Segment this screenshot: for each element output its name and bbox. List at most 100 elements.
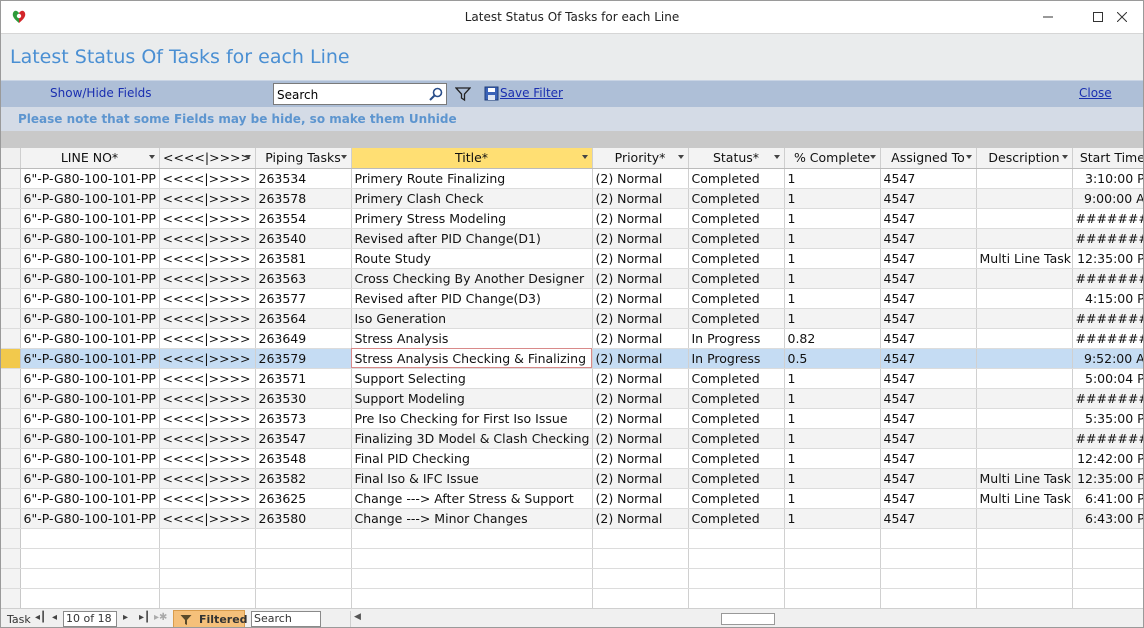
table-cell[interactable]: Revised after PID Change(D3) [351, 288, 593, 309]
table-cell[interactable] [976, 368, 1073, 389]
table-cell[interactable]: 1 [784, 468, 881, 489]
table-cell[interactable]: 4547 [880, 228, 977, 249]
table-cell[interactable]: 263580 [255, 508, 352, 529]
column-header[interactable]: Title* [351, 148, 593, 169]
table-cell[interactable]: 4547 [880, 368, 977, 389]
table-cell[interactable]: <<<<|>>>> [159, 248, 256, 269]
table-cell[interactable]: 5:00:04 PM [1072, 368, 1143, 389]
table-cell[interactable]: 263530 [255, 388, 352, 409]
table-row[interactable]: 6"-P-G80-100-101-PP <<<<|>>>> 263625 Change… [1, 488, 1143, 509]
table-cell[interactable]: (2) Normal [592, 348, 689, 369]
table-cell[interactable]: 4:15:00 PM [1072, 288, 1143, 309]
table-cell[interactable]: Revised after PID Change(D1) [351, 228, 593, 249]
table-cell[interactable]: 6"-P-G80-100-101-PP [20, 228, 160, 249]
table-cell[interactable]: 6"-P-G80-100-101-PP [20, 388, 160, 409]
table-cell[interactable]: Completed [688, 468, 785, 489]
record-selector[interactable] [1, 448, 21, 469]
table-cell[interactable]: 263581 [255, 248, 352, 269]
record-position-input[interactable]: 10 of 18 [63, 611, 117, 627]
search-box[interactable] [273, 83, 447, 105]
table-cell[interactable]: 263579 [255, 348, 352, 369]
last-record-button[interactable]: ▸┃ [139, 612, 150, 623]
column-header[interactable]: Assigned To [880, 148, 977, 169]
table-cell[interactable]: 1 [784, 428, 881, 449]
table-cell[interactable]: Primery Clash Check [351, 188, 593, 209]
table-cell[interactable]: Completed [688, 208, 785, 229]
table-cell[interactable] [976, 188, 1073, 209]
table-row[interactable]: 6"-P-G80-100-101-PP <<<<|>>>> 263571 Suppor… [1, 368, 1143, 389]
table-cell[interactable]: <<<<|>>>> [159, 488, 256, 509]
table-cell[interactable]: (2) Normal [592, 328, 689, 349]
table-cell[interactable]: Completed [688, 248, 785, 269]
table-cell[interactable]: 263554 [255, 208, 352, 229]
table-cell[interactable] [976, 228, 1073, 249]
table-cell[interactable]: Completed [688, 188, 785, 209]
table-cell[interactable]: 12:42:00 PM [1072, 448, 1143, 469]
table-cell[interactable]: Completed [688, 268, 785, 289]
table-cell[interactable]: 6"-P-G80-100-101-PP [20, 308, 160, 329]
table-cell[interactable] [976, 168, 1073, 189]
table-cell[interactable]: <<<<|>>>> [159, 468, 256, 489]
table-cell[interactable]: Change ---> After Stress & Support [351, 488, 593, 509]
record-search-input[interactable]: Search [251, 611, 321, 627]
table-cell[interactable]: 1 [784, 488, 881, 509]
table-cell[interactable]: Primery Stress Modeling [351, 208, 593, 229]
table-cell[interactable]: 263582 [255, 468, 352, 489]
save-filter-button[interactable]: Save Filter [500, 86, 563, 100]
table-cell[interactable]: 263649 [255, 328, 352, 349]
table-cell[interactable]: Final Iso & IFC Issue [351, 468, 593, 489]
table-cell[interactable]: 4547 [880, 508, 977, 529]
table-cell[interactable]: 1 [784, 248, 881, 269]
table-cell[interactable]: 0.82 [784, 328, 881, 349]
column-dropdown-arrow-icon[interactable] [340, 155, 347, 159]
table-cell[interactable] [976, 208, 1073, 229]
table-row[interactable]: 6"-P-G80-100-101-PP <<<<|>>>> 263578 Primer… [1, 188, 1143, 209]
table-cell[interactable]: 4547 [880, 288, 977, 309]
table-cell[interactable]: 12:35:00 PM [1072, 468, 1143, 489]
scrollbar-thumb[interactable] [721, 613, 775, 625]
column-header[interactable]: <<<<|>>>> [159, 148, 256, 169]
table-cell[interactable]: <<<<|>>>> [159, 188, 256, 209]
table-cell[interactable]: <<<<|>>>> [159, 168, 256, 189]
table-cell[interactable]: Completed [688, 408, 785, 429]
table-cell[interactable]: (2) Normal [592, 168, 689, 189]
table-cell[interactable]: <<<<|>>>> [159, 508, 256, 529]
table-cell[interactable]: Completed [688, 288, 785, 309]
table-cell[interactable]: Stress Analysis [351, 328, 593, 349]
record-selector[interactable] [1, 328, 21, 349]
table-cell[interactable]: 6"-P-G80-100-101-PP [20, 508, 160, 529]
table-cell[interactable]: 6"-P-G80-100-101-PP [20, 408, 160, 429]
table-cell[interactable]: Primery Route Finalizing [351, 168, 593, 189]
column-header[interactable]: LINE NO* [20, 148, 160, 169]
table-cell[interactable]: 4547 [880, 208, 977, 229]
table-cell[interactable]: (2) Normal [592, 488, 689, 509]
column-header[interactable]: Piping Tasks [255, 148, 352, 169]
table-cell[interactable]: <<<<|>>>> [159, 228, 256, 249]
record-selector[interactable] [1, 188, 21, 209]
column-dropdown-arrow-icon[interactable] [773, 155, 780, 159]
scroll-left-icon[interactable]: ◀ [354, 612, 361, 622]
record-selector[interactable] [1, 348, 21, 369]
table-cell[interactable]: 1 [784, 188, 881, 209]
table-row[interactable]: 6"-P-G80-100-101-PP <<<<|>>>> 263530 Suppor… [1, 388, 1143, 409]
close-button[interactable]: Close [1079, 86, 1112, 100]
table-cell[interactable]: <<<<|>>>> [159, 208, 256, 229]
table-row[interactable]: 6"-P-G80-100-101-PP <<<<|>>>> 263577 Revise… [1, 288, 1143, 309]
table-row[interactable]: 6"-P-G80-100-101-PP <<<<|>>>> 263554 Primer… [1, 208, 1143, 229]
record-selector[interactable] [1, 248, 21, 269]
table-cell[interactable]: Multi Line Task [976, 468, 1073, 489]
table-cell[interactable]: Completed [688, 488, 785, 509]
table-row[interactable]: 6"-P-G80-100-101-PP <<<<|>>>> 263564 Iso Ge… [1, 308, 1143, 329]
table-row[interactable]: 6"-P-G80-100-101-PP <<<<|>>>> 263534 Primer… [1, 168, 1143, 189]
table-cell[interactable]: In Progress [688, 328, 785, 349]
table-cell[interactable]: 1 [784, 388, 881, 409]
table-cell[interactable]: 6"-P-G80-100-101-PP [20, 368, 160, 389]
filter-toggle-button[interactable]: Filtered [173, 610, 248, 627]
table-cell[interactable]: Change ---> Minor Changes [351, 508, 593, 529]
record-selector[interactable] [1, 268, 21, 289]
table-cell[interactable]: 263548 [255, 448, 352, 469]
table-cell[interactable]: 4547 [880, 488, 977, 509]
table-cell[interactable]: Completed [688, 168, 785, 189]
table-cell[interactable]: 6:41:00 PM [1072, 488, 1143, 509]
table-cell[interactable]: 1 [784, 368, 881, 389]
